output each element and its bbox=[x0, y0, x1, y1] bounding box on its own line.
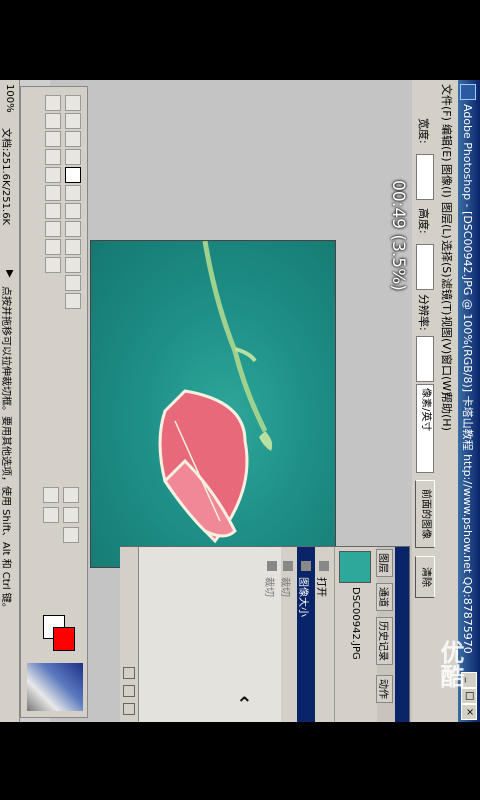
history-item-selected[interactable]: 图像大小 bbox=[297, 547, 315, 722]
youku-watermark: 优酷 bbox=[436, 640, 464, 688]
tab-layers[interactable]: 图层 bbox=[376, 549, 393, 577]
crop-icon bbox=[283, 561, 293, 571]
lasso-tool-icon[interactable] bbox=[65, 131, 81, 147]
width-label: 宽度: bbox=[417, 118, 430, 144]
document-size: 文档:251.6K/251.6K bbox=[0, 128, 11, 226]
zoom-tool-icon[interactable] bbox=[45, 257, 61, 273]
marquee-tool-icon[interactable] bbox=[65, 95, 81, 111]
move-tool-icon[interactable] bbox=[65, 113, 81, 129]
menu-edit[interactable]: 编辑(E) bbox=[439, 124, 455, 162]
blur-tool-icon[interactable] bbox=[45, 95, 61, 111]
slice-tool-icon[interactable] bbox=[65, 185, 81, 201]
status-bar: 100% 文档:251.6K/251.6K ▶ 点按并拖移可以拉伸裁切框。要用其… bbox=[0, 80, 20, 722]
magic-wand-tool-icon[interactable] bbox=[65, 149, 81, 165]
type-tool-icon[interactable] bbox=[45, 149, 61, 165]
crop-icon bbox=[267, 561, 277, 571]
history-item[interactable]: 打开 bbox=[315, 547, 333, 722]
tab-channels[interactable]: 通道 bbox=[376, 583, 393, 611]
history-item[interactable]: 裁切 bbox=[263, 547, 281, 722]
unit-select[interactable]: 像素/英寸 bbox=[416, 384, 434, 473]
photoshop-feather-logo bbox=[27, 663, 83, 711]
black-letterbox-bottom bbox=[0, 722, 480, 800]
window-title: Adobe Photoshop - [DSC00942.JPG @ 100%(R… bbox=[461, 104, 474, 654]
options-bar: 宽度: 高度: 分辨率: 像素/英寸 前面的图像 清除 bbox=[411, 80, 438, 722]
fullscreen-menu-icon[interactable] bbox=[63, 527, 79, 543]
quick-mask-icon[interactable] bbox=[43, 487, 59, 503]
clear-button[interactable]: 清除 bbox=[415, 556, 435, 598]
healing-brush-tool-icon[interactable] bbox=[65, 203, 81, 219]
brush-tool-icon[interactable] bbox=[65, 221, 81, 237]
standard-mode-icon[interactable] bbox=[63, 487, 79, 503]
resolution-field[interactable] bbox=[416, 336, 434, 382]
shape-tool-icon[interactable] bbox=[45, 185, 61, 201]
dodge-tool-icon[interactable] bbox=[45, 113, 61, 129]
menu-filter[interactable]: 滤镜(T) bbox=[439, 278, 455, 315]
image-size-icon bbox=[301, 561, 311, 571]
toolbox bbox=[20, 86, 88, 718]
full-screen-mode-icon[interactable] bbox=[43, 507, 59, 523]
status-arrow-icon[interactable]: ▶ bbox=[4, 270, 15, 278]
menu-help[interactable]: 帮助(H) bbox=[439, 392, 455, 431]
snapshot-name: DSC00942.JPG bbox=[350, 587, 361, 660]
foreground-color-swatch[interactable] bbox=[53, 627, 75, 651]
menu-window[interactable]: 窗口(W) bbox=[439, 354, 455, 395]
open-icon bbox=[319, 561, 329, 571]
menu-file[interactable]: 文件(F) bbox=[439, 84, 455, 121]
snapshot-thumbnail bbox=[339, 551, 371, 583]
screen-mode-icon[interactable] bbox=[63, 507, 79, 523]
history-item[interactable]: 裁切 bbox=[279, 547, 297, 722]
stem-hook bbox=[259, 431, 273, 451]
new-snapshot-icon[interactable] bbox=[123, 685, 135, 697]
path-selection-tool-icon[interactable] bbox=[45, 131, 61, 147]
black-letterbox-top bbox=[0, 0, 480, 80]
menu-image[interactable]: 图像(I) bbox=[439, 164, 455, 198]
notes-tool-icon[interactable] bbox=[45, 203, 61, 219]
eraser-tool-icon[interactable] bbox=[65, 275, 81, 291]
history-panel: 图层 通道 历史记录 动作 DSC00942.JPG 打开 图像大小 裁切 裁切 bbox=[120, 546, 410, 722]
leaf-photo bbox=[158, 241, 273, 544]
close-button[interactable]: × bbox=[461, 704, 477, 720]
title-bar[interactable]: Adobe Photoshop - [DSC00942.JPG @ 100%(R… bbox=[458, 80, 480, 722]
new-document-icon[interactable] bbox=[123, 667, 135, 679]
menu-view[interactable]: 视图(V) bbox=[439, 316, 455, 354]
photoshop-window: Adobe Photoshop - [DSC00942.JPG @ 100%(R… bbox=[0, 80, 480, 722]
history-brush-tool-icon[interactable] bbox=[65, 257, 81, 273]
document-canvas[interactable] bbox=[90, 240, 336, 568]
video-frame[interactable]: Adobe Photoshop - [DSC00942.JPG @ 100%(R… bbox=[0, 80, 480, 722]
pen-tool-icon[interactable] bbox=[45, 167, 61, 183]
menu-layer[interactable]: 图层(L) bbox=[439, 202, 455, 239]
crop-tool-icon[interactable] bbox=[65, 167, 81, 183]
width-field[interactable] bbox=[416, 154, 434, 200]
panel-tabs: 图层 通道 历史记录 动作 bbox=[376, 547, 395, 722]
video-timecode: 00:49 (3.5%) bbox=[388, 180, 408, 291]
clone-stamp-tool-icon[interactable] bbox=[65, 239, 81, 255]
eyedropper-tool-icon[interactable] bbox=[45, 221, 61, 237]
gradient-tool-icon[interactable] bbox=[65, 293, 81, 309]
front-image-button[interactable]: 前面的图像 bbox=[415, 480, 435, 548]
panel-footer bbox=[120, 547, 139, 722]
trash-icon[interactable] bbox=[123, 703, 135, 715]
hand-tool-icon[interactable] bbox=[45, 239, 61, 255]
menu-bar: 文件(F) 编辑(E) 图像(I) 图层(L) 选择(S) 滤镜(T) 视图(V… bbox=[438, 80, 458, 722]
status-hint: 点按并拖移可以拉伸裁切框。要用其他选项，使用 Shift、Alt 和 Ctrl … bbox=[0, 286, 11, 613]
zoom-level[interactable]: 100% bbox=[4, 84, 15, 113]
tab-actions[interactable]: 动作 bbox=[376, 675, 393, 703]
photoshop-app-icon bbox=[460, 84, 476, 100]
panel-titlebar[interactable] bbox=[395, 547, 409, 722]
height-field[interactable] bbox=[416, 244, 434, 290]
tab-history[interactable]: 历史记录 bbox=[376, 617, 393, 665]
history-snapshot[interactable]: DSC00942.JPG bbox=[334, 547, 375, 722]
history-list-area: 裁切 bbox=[139, 547, 281, 722]
menu-select[interactable]: 选择(S) bbox=[439, 240, 455, 278]
resolution-label: 分辨率: bbox=[417, 294, 430, 331]
height-label: 高度: bbox=[417, 208, 430, 234]
chevron-up-icon[interactable]: ⌃ bbox=[236, 694, 253, 714]
